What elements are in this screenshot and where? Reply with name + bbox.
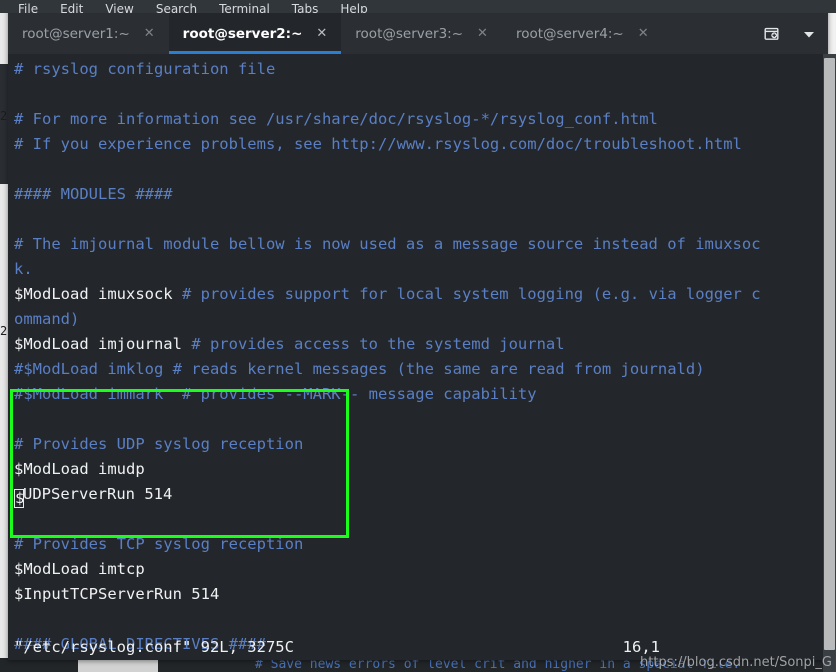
terminal-line: $ModLoad imjournal # provides access to …: [14, 332, 828, 357]
close-icon[interactable]: ✕: [144, 26, 155, 41]
tab-root-server3[interactable]: root@server3:~ ✕: [341, 13, 502, 54]
terminal-line-comment: # provides support for local system logg…: [181, 285, 761, 303]
terminal-text-area[interactable]: # rsyslog configuration file # For more …: [8, 54, 828, 660]
menu-item-edit[interactable]: Edit: [60, 3, 83, 13]
close-icon[interactable]: ✕: [477, 26, 488, 41]
terminal-line: #$ModLoad imklog # reads kernel messages…: [14, 360, 705, 378]
menu-item-file[interactable]: File: [18, 3, 38, 13]
menu-item-terminal[interactable]: Terminal: [219, 3, 270, 13]
terminal-line-code: $ModLoad imjournal: [14, 335, 192, 353]
menu-item-search[interactable]: Search: [156, 3, 197, 13]
terminal-line: # Provides TCP syslog reception: [14, 535, 304, 553]
menu-item-tabs[interactable]: Tabs: [292, 3, 319, 13]
terminal-scrollbar-thumb[interactable]: [824, 58, 835, 650]
terminal-window: root@server1:~ ✕ root@server2:~ ✕ root@s…: [8, 0, 828, 660]
tab-label: root@server1:~: [22, 25, 130, 42]
tab-label: root@server2:~: [182, 25, 303, 42]
terminal-line: $InputTCPServerRun 514: [14, 585, 220, 603]
chevron-down-icon: [802, 27, 816, 41]
terminal-line: # The imjournal module bellow is now use…: [14, 235, 761, 253]
menu-item-view[interactable]: View: [105, 3, 133, 13]
terminal-line: # rsyslog configuration file: [14, 60, 276, 78]
terminal-scrollbar[interactable]: [823, 54, 836, 672]
menu-bar[interactable]: File Edit View Search Terminal Tabs Help: [0, 0, 836, 13]
tab-root-server2[interactable]: root@server2:~ ✕: [168, 13, 342, 54]
close-icon[interactable]: ✕: [638, 26, 649, 41]
terminal-line-comment: # provides access to the systemd journal: [191, 335, 565, 353]
terminal-line: $ModLoad imtcp: [14, 560, 145, 578]
terminal-line-code: UDPServerRun 514: [23, 485, 173, 503]
terminal-line: #### MODULES ####: [14, 185, 173, 203]
terminal-line: # Provides UDP syslog reception: [14, 435, 304, 453]
tab-label: root@server3:~: [355, 25, 464, 42]
background-taskbar-strip: [78, 658, 158, 672]
tab-bar: root@server1:~ ✕ root@server2:~ ✕ root@s…: [8, 13, 828, 54]
terminal-line-with-cursor: $UDPServerRun 514: [14, 482, 828, 508]
close-icon[interactable]: ✕: [316, 26, 327, 41]
terminal-line: # If you experience problems, see http:/…: [14, 135, 742, 153]
tab-list-button[interactable]: [790, 13, 828, 54]
new-tab-button[interactable]: [752, 13, 790, 54]
terminal-line-code: $ModLoad imuxsock: [14, 285, 182, 303]
watermark: https://blog.csdn.net/Sonpi_G: [640, 655, 832, 670]
terminal-line: #$ModLoad immark # provides --MARK-- mes…: [14, 385, 537, 403]
terminal-line: # For more information see /usr/share/do…: [14, 110, 658, 128]
new-tab-icon: [763, 25, 780, 42]
tab-label: root@server4:~: [515, 25, 624, 42]
terminal-line: $ModLoad imuxsock # provides support for…: [14, 282, 828, 307]
tab-root-server4[interactable]: root@server4:~ ✕: [502, 13, 663, 54]
menu-item-help[interactable]: Help: [340, 3, 367, 13]
terminal-line: ommand): [14, 310, 80, 328]
terminal-line: k.: [14, 260, 33, 278]
tab-root-server1[interactable]: root@server1:~ ✕: [8, 13, 169, 54]
tab-bar-spacer: [663, 13, 752, 54]
terminal-line: $ModLoad imudp: [14, 460, 145, 478]
